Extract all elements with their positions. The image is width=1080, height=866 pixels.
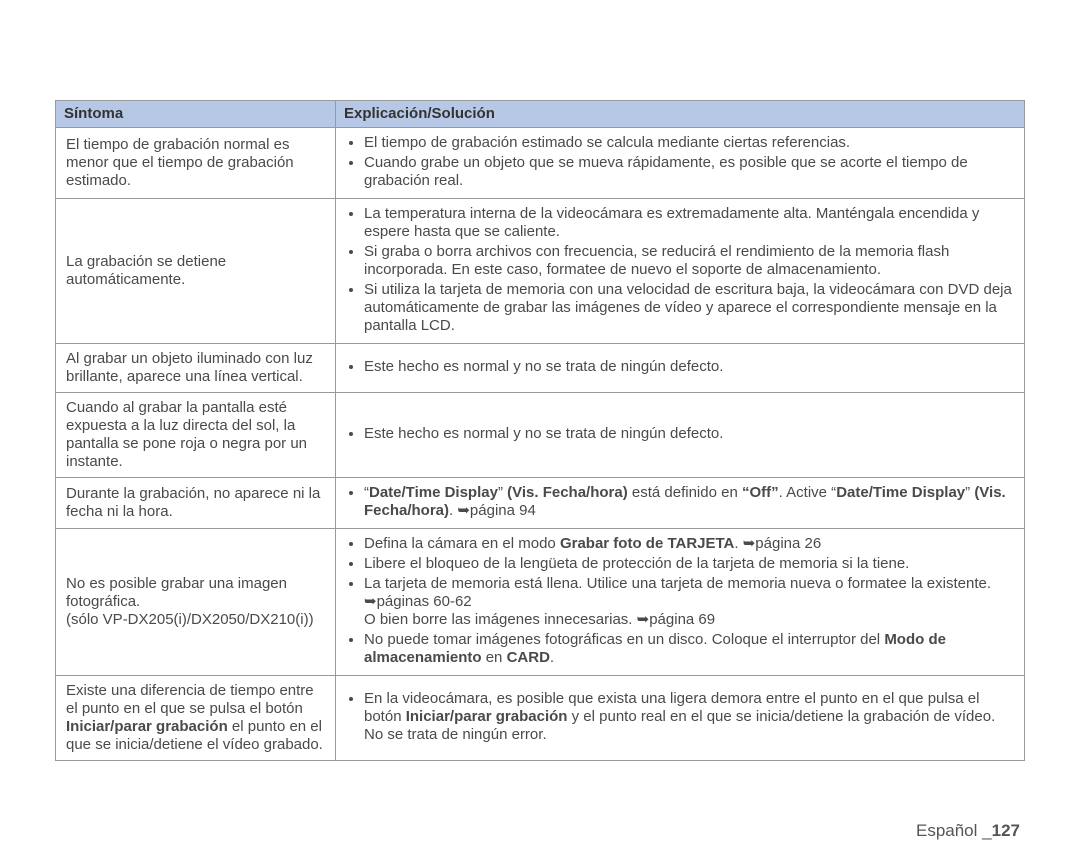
- troubleshooting-table: Síntoma Explicación/Solución El tiempo d…: [55, 100, 1025, 761]
- header-explanation: Explicación/Solución: [336, 101, 1025, 128]
- explanation-item: Libere el bloqueo de la lengüeta de prot…: [364, 555, 1014, 573]
- symptom-cell: Durante la grabación, no aparece ni la f…: [56, 478, 336, 529]
- explanation-item: No puede tomar imágenes fotográficas en …: [364, 631, 1014, 667]
- explanation-list: En la videocámara, es posible que exista…: [346, 690, 1014, 744]
- page-footer: Español _127: [916, 821, 1020, 841]
- explanation-item: Este hecho es normal y no se trata de ni…: [364, 358, 1014, 376]
- explanation-list: Este hecho es normal y no se trata de ni…: [346, 425, 1014, 443]
- explanation-item: Si utiliza la tarjeta de memoria con una…: [364, 281, 1014, 335]
- explanation-cell: Este hecho es normal y no se trata de ni…: [336, 344, 1025, 393]
- explanation-cell: La temperatura interna de la videocámara…: [336, 199, 1025, 344]
- footer-language: Español: [916, 821, 982, 840]
- explanation-list: El tiempo de grabación estimado se calcu…: [346, 134, 1014, 190]
- explanation-item: La temperatura interna de la videocámara…: [364, 205, 1014, 241]
- header-symptom: Síntoma: [56, 101, 336, 128]
- explanation-list: Defina la cámara en el modo Grabar foto …: [346, 535, 1014, 667]
- page-container: Síntoma Explicación/Solución El tiempo d…: [0, 0, 1080, 866]
- table-row: Existe una diferencia de tiempo entre el…: [56, 676, 1025, 761]
- explanation-item: Este hecho es normal y no se trata de ni…: [364, 425, 1014, 443]
- table-row: Al grabar un objeto iluminado con luz br…: [56, 344, 1025, 393]
- explanation-cell: Defina la cámara en el modo Grabar foto …: [336, 529, 1025, 676]
- table-row: Durante la grabación, no aparece ni la f…: [56, 478, 1025, 529]
- table-body: El tiempo de grabación normal es menor q…: [56, 128, 1025, 761]
- symptom-cell: La grabación se detiene automáticamente.: [56, 199, 336, 344]
- table-row: No es posible grabar una imagen fotográf…: [56, 529, 1025, 676]
- table-row: La grabación se detiene automáticamente.…: [56, 199, 1025, 344]
- symptom-cell: El tiempo de grabación normal es menor q…: [56, 128, 336, 199]
- symptom-cell: Cuando al grabar la pantalla esté expues…: [56, 393, 336, 478]
- explanation-cell: El tiempo de grabación estimado se calcu…: [336, 128, 1025, 199]
- explanation-cell: En la videocámara, es posible que exista…: [336, 676, 1025, 761]
- table-row: Cuando al grabar la pantalla esté expues…: [56, 393, 1025, 478]
- table-row: El tiempo de grabación normal es menor q…: [56, 128, 1025, 199]
- explanation-cell: “Date/Time Display” (Vis. Fecha/hora) es…: [336, 478, 1025, 529]
- explanation-item: Si graba o borra archivos con frecuencia…: [364, 243, 1014, 279]
- explanation-item: En la videocámara, es posible que exista…: [364, 690, 1014, 744]
- explanation-item: La tarjeta de memoria está llena. Utilic…: [364, 575, 1014, 629]
- explanation-list: “Date/Time Display” (Vis. Fecha/hora) es…: [346, 484, 1014, 520]
- symptom-cell: Al grabar un objeto iluminado con luz br…: [56, 344, 336, 393]
- explanation-item: El tiempo de grabación estimado se calcu…: [364, 134, 1014, 152]
- explanation-item: Defina la cámara en el modo Grabar foto …: [364, 535, 1014, 553]
- footer-page-number: 127: [992, 821, 1020, 840]
- explanation-list: Este hecho es normal y no se trata de ni…: [346, 358, 1014, 376]
- table-header-row: Síntoma Explicación/Solución: [56, 101, 1025, 128]
- symptom-cell: No es posible grabar una imagen fotográf…: [56, 529, 336, 676]
- explanation-item: “Date/Time Display” (Vis. Fecha/hora) es…: [364, 484, 1014, 520]
- symptom-cell: Existe una diferencia de tiempo entre el…: [56, 676, 336, 761]
- explanation-list: La temperatura interna de la videocámara…: [346, 205, 1014, 335]
- footer-divider: _: [982, 821, 991, 840]
- explanation-cell: Este hecho es normal y no se trata de ni…: [336, 393, 1025, 478]
- explanation-item: Cuando grabe un objeto que se mueva rápi…: [364, 154, 1014, 190]
